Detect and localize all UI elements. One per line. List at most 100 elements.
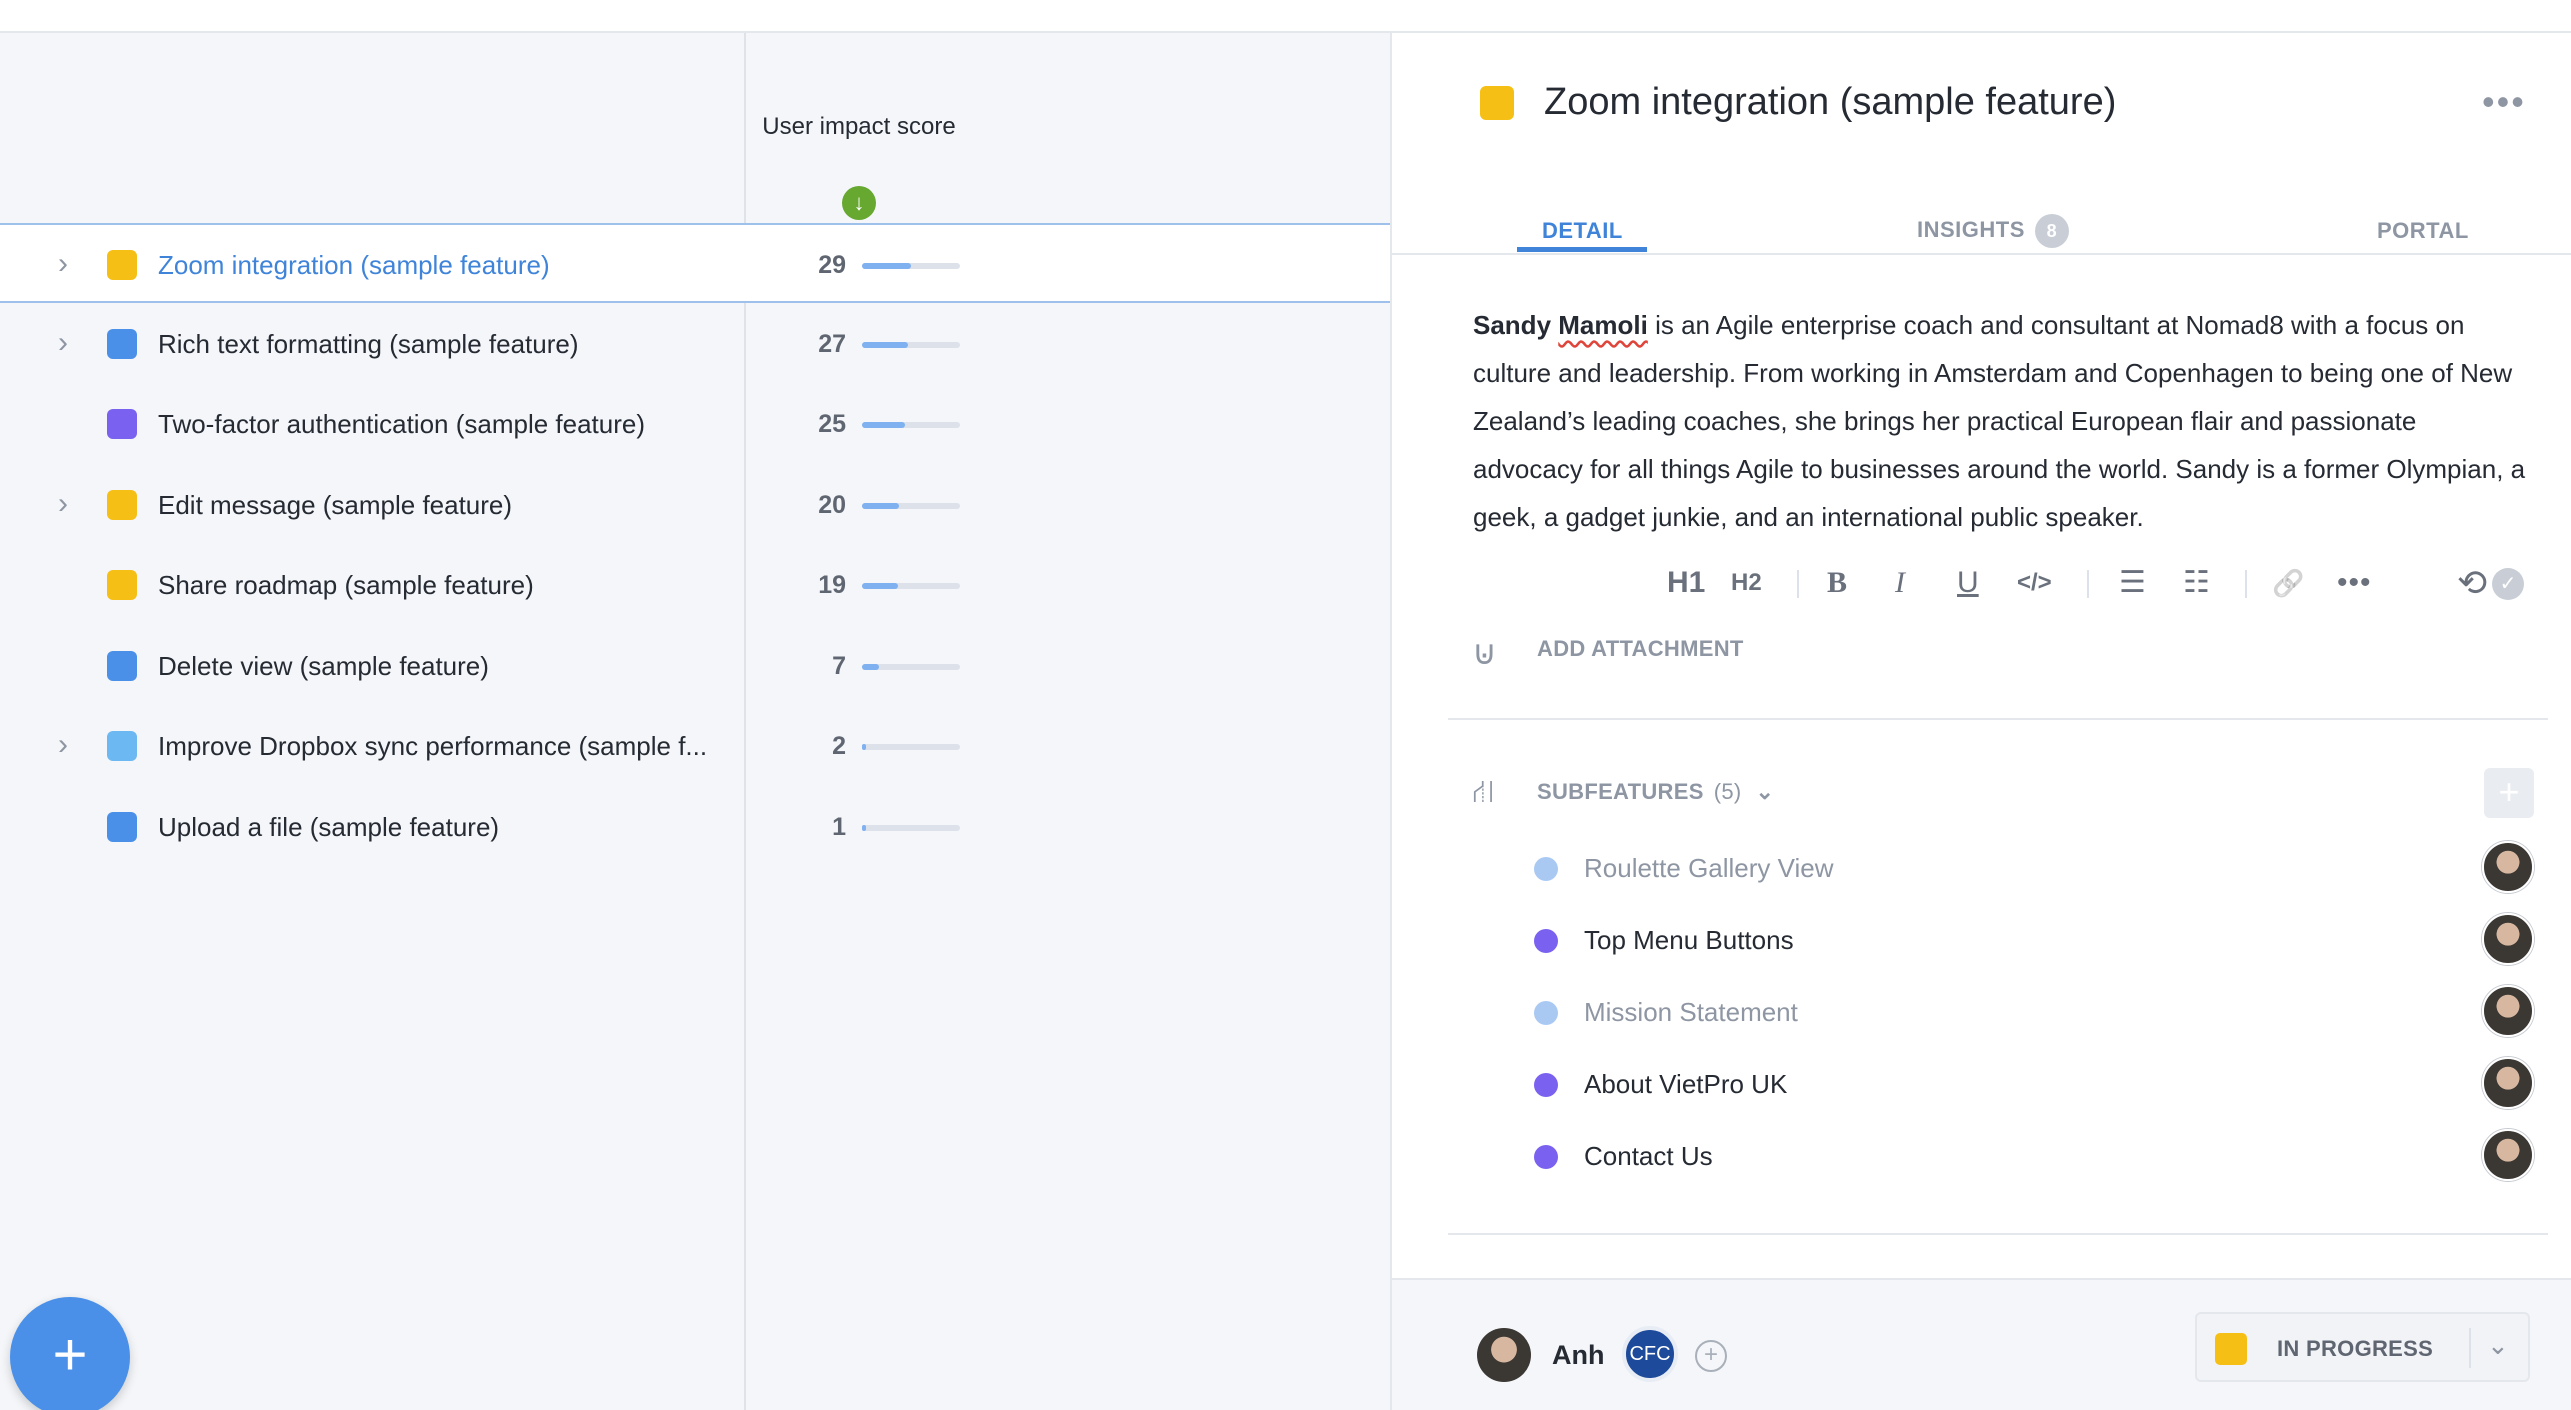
feature-name[interactable]: Edit message (sample feature): [158, 489, 512, 521]
feature-name[interactable]: Upload a file (sample feature): [158, 811, 499, 843]
subfeatures-label: SUBFEATURES: [1537, 779, 1704, 804]
chevron-right-icon[interactable]: ›: [58, 327, 84, 358]
tab-detail[interactable]: DETAIL: [1542, 218, 1623, 244]
feature-name[interactable]: Share roadmap (sample feature): [158, 569, 534, 601]
toolbar-separator: [2245, 570, 2247, 598]
subfeature-row[interactable]: Roulette Gallery View: [1392, 838, 2571, 898]
underline-icon[interactable]: U: [1957, 558, 1979, 608]
feature-row[interactable]: › Zoom integration (sample feature) 29: [0, 223, 1390, 303]
status-dropdown[interactable]: IN PROGRESS ⌄: [2195, 1312, 2530, 1382]
owner-avatar[interactable]: [1477, 1328, 1531, 1382]
subfeature-row[interactable]: Mission Statement: [1392, 982, 2571, 1042]
feature-name[interactable]: Two-factor authentication (sample featur…: [158, 408, 645, 440]
feature-name[interactable]: Rich text formatting (sample feature): [158, 328, 579, 360]
description-text: is an Agile enterprise coach and consult…: [1473, 310, 2526, 532]
feature-row[interactable]: › Rich text formatting (sample feature) 27: [0, 304, 1390, 384]
chevron-right-icon[interactable]: ›: [58, 730, 84, 760]
description-name-last: Mamoli: [1558, 310, 1648, 340]
bold-icon[interactable]: B: [1827, 558, 1847, 608]
chevron-down-icon[interactable]: ⌄: [2487, 1330, 2509, 1361]
impact-score-bar-fill: [862, 263, 911, 269]
feature-name[interactable]: Improve Dropbox sync performance (sample…: [158, 730, 707, 762]
save-check-icon[interactable]: ✓: [2492, 568, 2524, 600]
add-subfeature-button[interactable]: +: [2484, 768, 2534, 818]
impact-score-bar: [862, 824, 960, 831]
history-icon[interactable]: ⟲: [2457, 558, 2487, 608]
feature-row[interactable]: Upload a file (sample feature) 1: [0, 787, 1390, 867]
feature-row[interactable]: Delete view (sample feature) 7: [0, 626, 1390, 706]
assignee-avatar[interactable]: [2482, 985, 2534, 1037]
tab-portal[interactable]: PORTAL: [2377, 218, 2469, 244]
impact-score-bar: [862, 263, 960, 269]
add-feature-button[interactable]: +: [10, 1297, 130, 1410]
subfeature-status-dot: [1534, 1145, 1558, 1169]
subfeature-row[interactable]: Top Menu Buttons: [1392, 910, 2571, 970]
impact-score-bar-fill: [862, 824, 866, 831]
add-attachment-button[interactable]: ADD ATTACHMENT: [1537, 636, 1744, 662]
feature-name[interactable]: Zoom integration (sample feature): [158, 249, 550, 281]
feature-name[interactable]: Delete view (sample feature): [158, 650, 489, 682]
feature-status-swatch: [107, 250, 137, 280]
feature-status-swatch: [107, 489, 137, 520]
feature-detail-panel: Zoom integration (sample feature) ••• DE…: [1390, 33, 2571, 1410]
impact-score-bar: [862, 502, 960, 509]
feature-row[interactable]: Share roadmap (sample feature) 19: [0, 545, 1390, 625]
subfeature-row[interactable]: About VietPro UK: [1392, 1054, 2571, 1114]
assignee-avatar[interactable]: [2482, 841, 2534, 893]
feature-title[interactable]: Zoom integration (sample feature): [1544, 77, 2116, 127]
paperclip-icon[interactable]: ⊍: [1472, 633, 1497, 673]
assignee-avatar[interactable]: [2482, 913, 2534, 965]
subfeatures-count: (5): [1713, 779, 1742, 804]
impact-score: 20: [818, 490, 846, 519]
status-separator: [2469, 1328, 2471, 1368]
tab-insights[interactable]: INSIGHTS 8: [1917, 214, 2069, 248]
feature-row[interactable]: › Improve Dropbox sync performance (sampl…: [0, 706, 1390, 786]
subfeature-name[interactable]: Top Menu Buttons: [1584, 924, 1794, 956]
impact-score-bar-fill: [862, 422, 906, 428]
section-divider: [1448, 1233, 2548, 1235]
insights-count-badge: 8: [2034, 214, 2069, 248]
assignee-avatar[interactable]: [2482, 1129, 2534, 1181]
code-icon[interactable]: </>: [2017, 558, 2052, 608]
more-options-icon[interactable]: •••: [2482, 81, 2526, 123]
impact-score: 29: [818, 251, 846, 279]
description-editor[interactable]: Sandy Mamoli is an Agile enterprise coac…: [1473, 301, 2533, 541]
toolbar-separator: [1797, 570, 1799, 598]
feature-row[interactable]: Two-factor authentication (sample featur…: [0, 384, 1390, 464]
bullet-list-icon[interactable]: ☰: [2119, 558, 2146, 608]
link-icon[interactable]: 🔗: [2272, 558, 2304, 608]
column-header-user-impact-score[interactable]: User impact score: [746, 113, 972, 141]
assignee-avatar[interactable]: [2482, 1057, 2534, 1109]
description-name-first: Sandy: [1473, 310, 1552, 340]
chevron-right-icon[interactable]: ›: [58, 488, 84, 519]
active-tab-indicator: [1517, 247, 1647, 252]
heading1-icon[interactable]: H1: [1667, 558, 1705, 608]
italic-icon[interactable]: I: [1895, 558, 1905, 608]
subfeature-name[interactable]: Mission Statement: [1584, 996, 1798, 1028]
team-badge-icon[interactable]: CFC: [1622, 1326, 1678, 1382]
subfeature-status-dot: [1534, 929, 1558, 953]
more-formatting-icon[interactable]: •••: [2337, 558, 2372, 608]
add-follower-button[interactable]: +: [1695, 1340, 1727, 1372]
impact-score-bar: [862, 583, 960, 589]
feature-status-swatch: [107, 731, 137, 761]
chevron-right-icon[interactable]: ›: [58, 249, 84, 279]
subfeature-status-dot: [1534, 857, 1558, 881]
feature-status-swatch: [107, 570, 137, 600]
impact-score: 7: [832, 651, 846, 680]
status-color-swatch[interactable]: [1480, 86, 1514, 120]
subfeatures-toggle[interactable]: SUBFEATURES (5) ⌄: [1537, 779, 1774, 805]
owner-name[interactable]: Anh: [1552, 1340, 1604, 1371]
numbered-list-icon[interactable]: ☷: [2183, 558, 2210, 608]
impact-score-bar: [862, 422, 960, 428]
subfeature-name[interactable]: Contact Us: [1584, 1140, 1713, 1172]
feature-row[interactable]: › Edit message (sample feature) 20: [0, 465, 1390, 545]
subfeature-name[interactable]: Roulette Gallery View: [1584, 852, 1834, 884]
heading2-icon[interactable]: H2: [1731, 558, 1762, 608]
subfeature-name[interactable]: About VietPro UK: [1584, 1068, 1787, 1100]
impact-score-bar-fill: [862, 502, 900, 509]
subfeature-row[interactable]: Contact Us: [1392, 1126, 2571, 1186]
impact-score: 27: [818, 329, 846, 358]
sort-descending-icon[interactable]: ↓: [842, 186, 876, 220]
impact-score: 19: [818, 571, 846, 599]
